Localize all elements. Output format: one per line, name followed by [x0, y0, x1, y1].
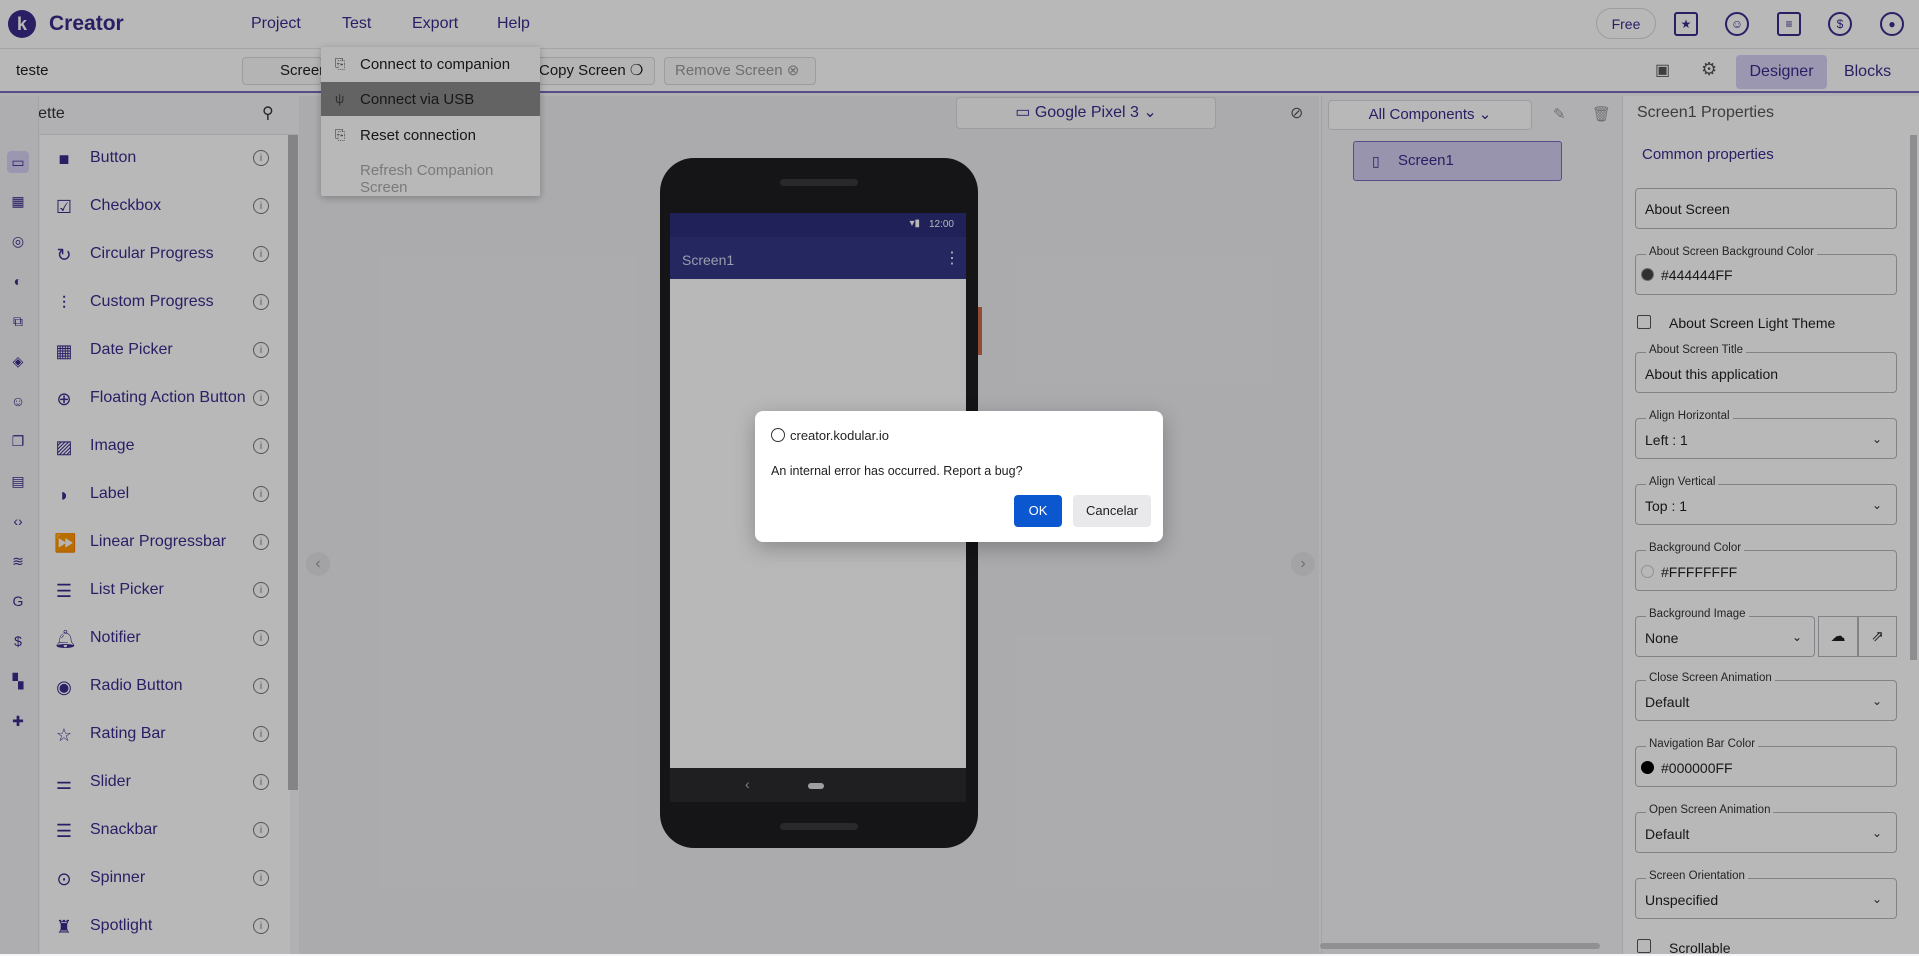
cancel-button[interactable]: Cancelar: [1073, 495, 1151, 527]
dialog-origin: creator.kodular.io: [790, 428, 890, 443]
ok-button[interactable]: OK: [1014, 495, 1062, 527]
globe-icon: [771, 428, 785, 442]
dialog-message: An internal error has occurred. Report a…: [771, 464, 1023, 478]
